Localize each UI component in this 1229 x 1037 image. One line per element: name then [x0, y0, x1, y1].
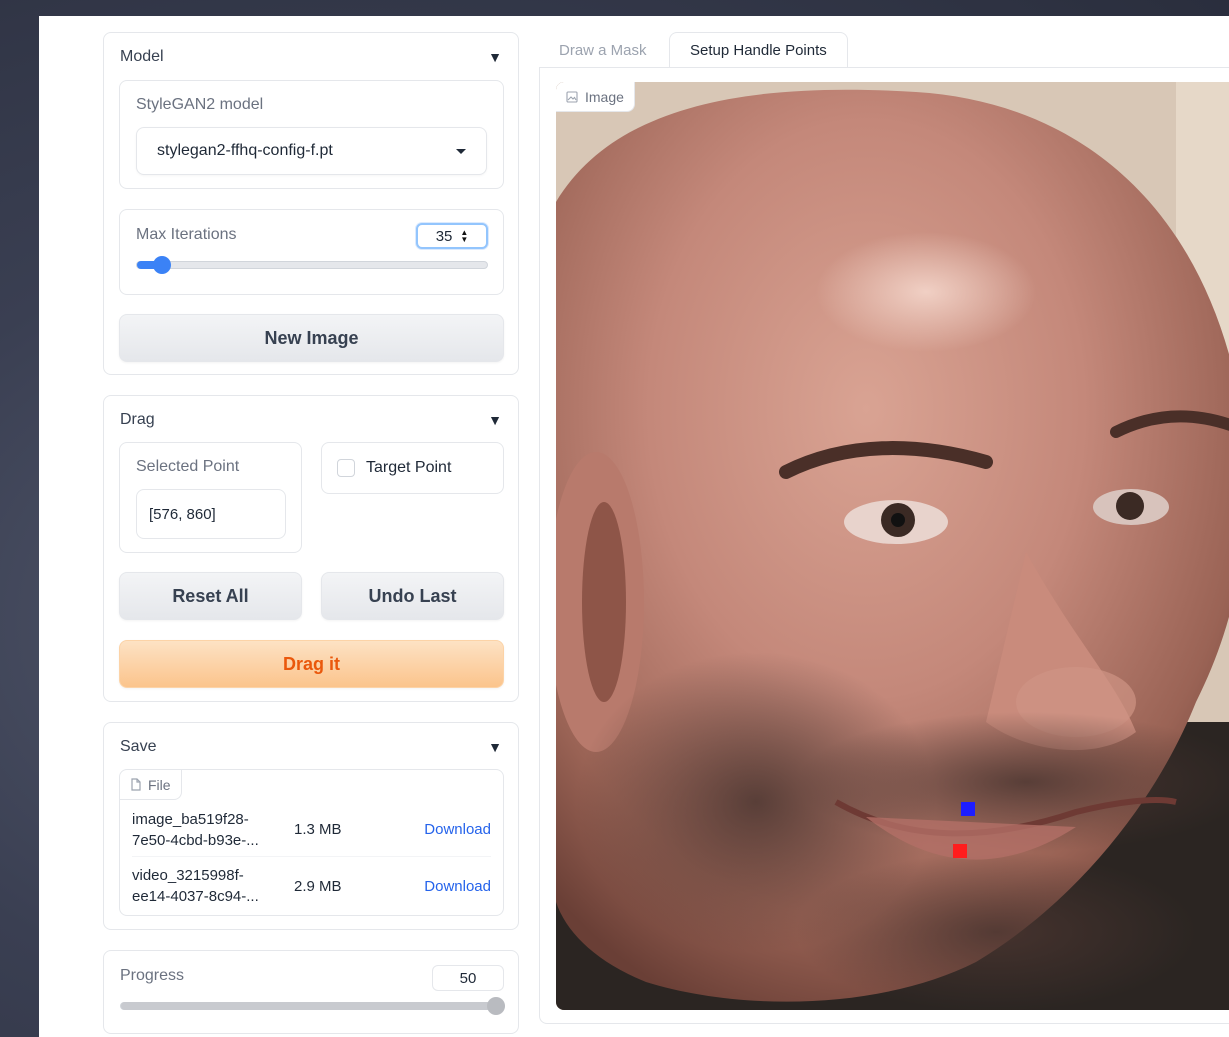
undo-last-button[interactable]: Undo Last	[321, 572, 504, 620]
save-accordion-title: Save	[120, 738, 157, 755]
drag-accordion-title: Drag	[120, 411, 155, 428]
image-tag-label: Image	[585, 88, 624, 105]
stylegan-model-select[interactable]: stylegan2-ffhq-config-f.pt	[136, 127, 487, 175]
file-row: image_ba519f28-7e50-4cbd-b93e-... 1.3 MB…	[132, 803, 491, 857]
progress-group: Progress 50	[103, 950, 519, 1034]
selected-point-value: [576, 860]	[149, 505, 216, 523]
image-tag: Image	[556, 82, 635, 112]
file-name: video_3215998f-ee14-4037-8c94-...	[132, 867, 259, 905]
max-iterations-group: Max Iterations 35 ▲ ▼	[119, 209, 504, 295]
progress-slider[interactable]	[120, 997, 505, 1015]
max-iterations-slider[interactable]	[136, 256, 488, 274]
progress-value: 50	[459, 969, 477, 987]
source-handle-point[interactable]	[953, 844, 967, 858]
file-tag-label: File	[148, 776, 171, 793]
model-accordion-title: Model	[120, 48, 164, 65]
file-name: image_ba519f28-7e50-4cbd-b93e-...	[132, 810, 259, 849]
collapse-caret-icon[interactable]: ▼	[488, 49, 502, 65]
new-image-button[interactable]: New Image	[119, 314, 504, 362]
progress-label: Progress	[120, 967, 185, 984]
spinner-arrows-icon[interactable]: ▲ ▼	[460, 229, 468, 244]
selected-point-label: Selected Point	[136, 458, 240, 475]
tab-panel: Image	[539, 67, 1229, 1024]
image-canvas[interactable]: Image	[556, 82, 1229, 1010]
stylegan-model-value: stylegan2-ffhq-config-f.pt	[157, 142, 333, 159]
dropdown-arrow-icon	[456, 148, 466, 154]
collapse-caret-icon[interactable]: ▼	[488, 412, 502, 428]
max-iterations-value: 35	[435, 227, 453, 245]
tab-setup-handle-points[interactable]: Setup Handle Points	[669, 32, 848, 68]
target-point-group[interactable]: Target Point	[321, 442, 504, 494]
download-link[interactable]: Download	[424, 821, 491, 838]
file-tag: File	[120, 770, 182, 800]
selected-point-field[interactable]: [576, 860]	[136, 489, 286, 539]
reset-all-button[interactable]: Reset All	[119, 572, 302, 620]
file-list: File image_ba519f28-7e50-4cbd-b93e-... 1…	[119, 769, 504, 916]
model-accordion-header[interactable]: Model ▼	[120, 47, 502, 67]
progress-slider-thumb[interactable]	[487, 997, 505, 1015]
model-accordion: Model ▼ StyleGAN2 model stylegan2-ffhq-c…	[103, 32, 519, 375]
progress-number-input[interactable]: 50	[432, 965, 504, 991]
file-icon	[131, 778, 141, 791]
image-icon	[566, 90, 578, 103]
file-size: 2.9 MB	[294, 877, 342, 895]
drag-it-button[interactable]: Drag it	[119, 640, 504, 688]
drag-accordion: Drag ▼ Selected Point [576, 860] Target …	[103, 395, 519, 702]
tab-draw-a-mask[interactable]: Draw a Mask	[539, 32, 667, 68]
download-link[interactable]: Download	[424, 878, 491, 895]
target-point-checkbox[interactable]	[337, 459, 355, 477]
selected-point-group: Selected Point [576, 860]	[119, 442, 302, 553]
stylegan-model-group: StyleGAN2 model stylegan2-ffhq-config-f.…	[119, 80, 504, 189]
drag-accordion-header[interactable]: Drag ▼	[120, 410, 502, 430]
max-iterations-number-input[interactable]: 35 ▲ ▼	[416, 223, 488, 249]
max-iterations-slider-thumb[interactable]	[153, 256, 171, 274]
progress-slider-fill	[121, 1002, 505, 1010]
target-point-label: Target Point	[366, 459, 452, 476]
stylegan-model-label: StyleGAN2 model	[136, 96, 264, 113]
portrait-photo	[556, 82, 1229, 1010]
target-handle-point[interactable]	[961, 802, 975, 816]
collapse-caret-icon[interactable]: ▼	[488, 739, 502, 755]
save-accordion: Save ▼ File image_ba519f28-7e50-4cbd-b93…	[103, 722, 519, 930]
max-iterations-label: Max Iterations	[136, 226, 237, 243]
tab-bar: Draw a Mask Setup Handle Points	[539, 32, 1229, 68]
app-window: Model ▼ StyleGAN2 model stylegan2-ffhq-c…	[39, 16, 1229, 1037]
save-accordion-header[interactable]: Save ▼	[120, 737, 502, 757]
file-size: 1.3 MB	[294, 821, 342, 838]
file-row: video_3215998f-ee14-4037-8c94-... 2.9 MB…	[132, 859, 491, 913]
